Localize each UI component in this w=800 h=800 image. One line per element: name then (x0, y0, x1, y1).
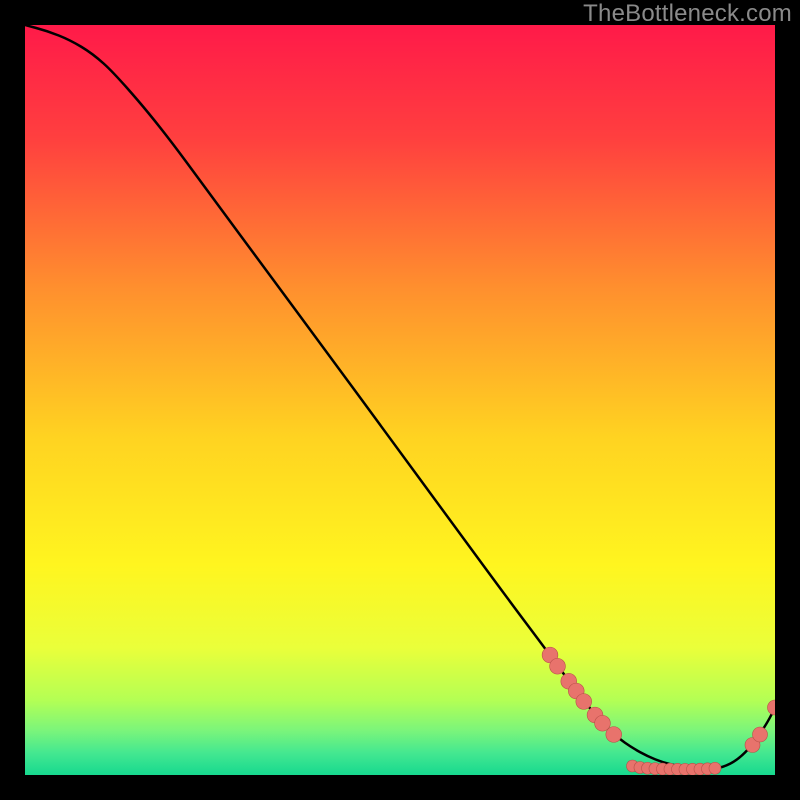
data-marker (550, 658, 566, 674)
watermark-text: TheBottleneck.com (583, 0, 792, 28)
data-marker (576, 694, 592, 710)
chart-container: TheBottleneck.com (0, 0, 800, 800)
data-marker (606, 727, 622, 743)
chart-svg (25, 25, 775, 775)
gradient-background (25, 25, 775, 775)
data-marker (709, 762, 721, 774)
plot-area (25, 25, 775, 775)
data-marker (753, 727, 768, 742)
